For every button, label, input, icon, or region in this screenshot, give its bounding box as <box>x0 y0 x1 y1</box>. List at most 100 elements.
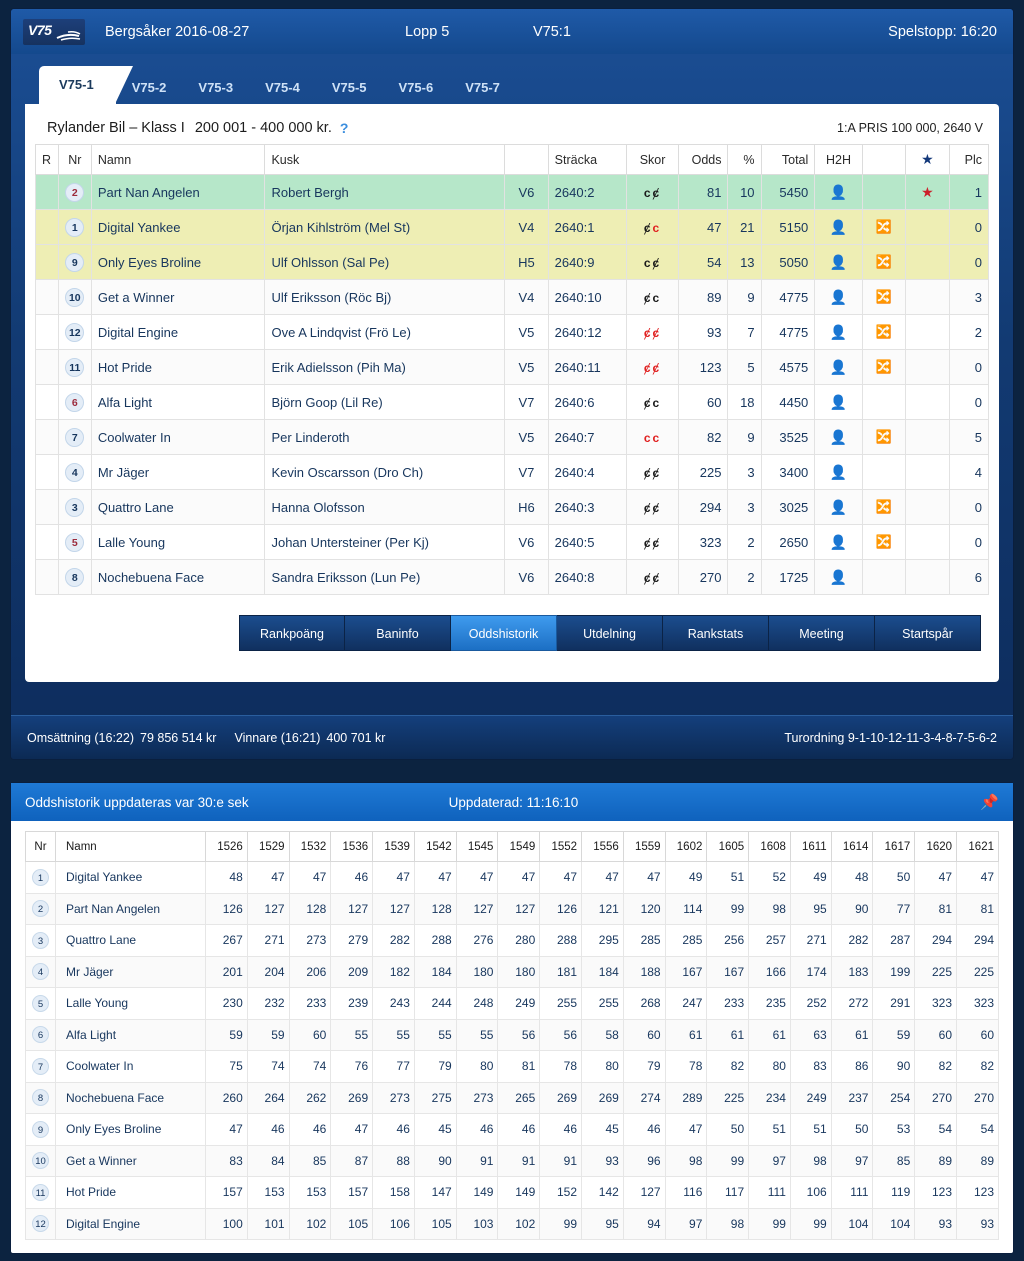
table-row[interactable]: 10 Get a Winner 83 84 85 87 88 90 91 91 91 93 96 98 99… <box>25 1144 999 1177</box>
col-star[interactable]: ★ <box>905 144 950 175</box>
cell-driver-name[interactable]: Per Linderoth <box>264 419 506 455</box>
cell-shuffle[interactable] <box>861 454 907 490</box>
cell-h2h[interactable]: 👤 <box>814 419 863 455</box>
button-meeting[interactable]: Meeting <box>769 615 875 651</box>
table-row[interactable]: 8 Nochebuena Face Sandra Eriksson (Lun Pe)… <box>35 559 990 595</box>
table-row[interactable]: 12 Digital Engine 100 101 102 105 106 105 103 102… <box>25 1207 999 1240</box>
oh-col-time-1605[interactable]: 1605 <box>706 831 750 862</box>
tab-v75-2[interactable]: V75-2 <box>116 72 183 104</box>
oh-col-time-1526[interactable]: 1526 <box>205 831 248 862</box>
question-mark-icon[interactable]: ? <box>340 120 349 136</box>
tab-v75-1[interactable]: V75-1 <box>39 66 133 104</box>
cell-driver-name[interactable]: Sandra Eriksson (Lun Pe) <box>264 559 506 595</box>
oh-col-time-1559[interactable]: 1559 <box>622 831 666 862</box>
shuffle-icon[interactable]: 🔀 <box>876 429 892 444</box>
cell-h2h[interactable]: 👤 <box>814 349 863 385</box>
table-row[interactable]: 2 Part Nan Angelen 126 127 128 127 127 128 127 12… <box>25 892 999 925</box>
person-icon[interactable]: 👤 <box>830 569 847 585</box>
col-h2h[interactable]: H2H <box>814 144 863 175</box>
cell-h2h[interactable]: 👤 <box>814 279 863 315</box>
cell-horse-name[interactable]: Coolwater In <box>55 1050 206 1083</box>
cell-shuffle[interactable]: 🔀 <box>861 419 907 455</box>
cell-shuffle[interactable]: 🔀 <box>861 279 907 315</box>
oh-col-time-1539[interactable]: 1539 <box>372 831 415 862</box>
cell-horse-name[interactable]: Only Eyes Broline <box>55 1113 206 1146</box>
cell-horse-name[interactable]: Part Nan Angelen <box>90 174 266 210</box>
oh-col-time-1621[interactable]: 1621 <box>956 831 999 862</box>
table-row[interactable]: 9 Only Eyes Broline 47 46 46 47 46 45 46 46 46 45 46… <box>25 1113 999 1146</box>
table-row[interactable]: 5 Lalle Young 230 232 233 239 243 244 248 249 255 2… <box>25 987 999 1020</box>
cell-h2h[interactable]: 👤 <box>814 559 863 595</box>
tab-v75-3[interactable]: V75-3 <box>182 72 249 104</box>
pin-icon[interactable]: 📌 <box>980 793 999 811</box>
cell-horse-name[interactable]: Get a Winner <box>55 1144 206 1177</box>
person-icon[interactable]: 👤 <box>830 464 847 480</box>
col-place[interactable]: Plc <box>948 144 990 175</box>
table-row[interactable]: 4 Mr Jäger Kevin Oscarsson (Dro Ch) V7 2640:… <box>35 454 990 490</box>
col-total[interactable]: Total <box>760 144 816 175</box>
col-driver[interactable]: Kusk <box>264 144 506 175</box>
cell-horse-name[interactable]: Digital Engine <box>90 314 266 350</box>
cell-horse-name[interactable]: Mr Jäger <box>90 454 266 490</box>
table-row[interactable]: 5 Lalle Young Johan Untersteiner (Per Kj) V… <box>35 524 990 560</box>
cell-h2h[interactable]: 👤 <box>814 489 863 525</box>
shuffle-icon[interactable]: 🔀 <box>876 534 892 549</box>
table-row[interactable]: 3 Quattro Lane 267 271 273 279 282 288 276 280 288… <box>25 924 999 957</box>
oh-col-time-1620[interactable]: 1620 <box>914 831 958 862</box>
cell-star[interactable] <box>905 419 950 455</box>
cell-horse-name[interactable]: Quattro Lane <box>90 489 266 525</box>
table-row[interactable]: 2 Part Nan Angelen Robert Bergh V6 2640:2 cȼ 8… <box>35 174 990 210</box>
cell-h2h[interactable]: 👤 <box>814 454 863 490</box>
cell-star[interactable]: ★ <box>905 174 950 210</box>
oh-col-time-1545[interactable]: 1545 <box>455 831 499 862</box>
cell-shuffle[interactable]: 🔀 <box>861 314 907 350</box>
cell-shuffle[interactable] <box>861 384 907 420</box>
oh-col-number[interactable]: Nr <box>25 831 56 862</box>
table-row[interactable]: 7 Coolwater In 75 74 74 76 77 79 80 81 78 80 79 78 82 8… <box>25 1050 999 1083</box>
oh-col-time-1556[interactable]: 1556 <box>581 831 624 862</box>
table-row[interactable]: 1 Digital Yankee Örjan Kihlström (Mel St) V… <box>35 209 990 245</box>
person-icon[interactable]: 👤 <box>830 289 847 305</box>
tab-v75-6[interactable]: V75-6 <box>383 72 450 104</box>
col-rank[interactable]: R <box>35 144 59 175</box>
person-icon[interactable]: 👤 <box>830 359 847 375</box>
table-row[interactable]: 10 Get a Winner Ulf Eriksson (Röc Bj) V4 264… <box>35 279 990 315</box>
oh-col-time-1532[interactable]: 1532 <box>288 831 332 862</box>
oh-col-time-1608[interactable]: 1608 <box>748 831 791 862</box>
button-rankstats[interactable]: Rankstats <box>663 615 769 651</box>
shuffle-icon[interactable]: 🔀 <box>876 324 892 339</box>
cell-shuffle[interactable]: 🔀 <box>861 244 907 280</box>
cell-driver-name[interactable]: Robert Bergh <box>264 174 506 210</box>
oh-col-time-1536[interactable]: 1536 <box>330 831 374 862</box>
cell-h2h[interactable]: 👤 <box>814 244 863 280</box>
cell-horse-name[interactable]: Nochebuena Face <box>55 1081 206 1114</box>
cell-h2h[interactable]: 👤 <box>814 384 863 420</box>
table-row[interactable]: 3 Quattro Lane Hanna Olofsson H6 2640:3 ȼȼ 294… <box>35 489 990 525</box>
col-horse[interactable]: Namn <box>90 144 266 175</box>
button-utdelning[interactable]: Utdelning <box>557 615 663 651</box>
cell-star[interactable] <box>905 524 950 560</box>
cell-driver-name[interactable]: Kevin Oscarsson (Dro Ch) <box>264 454 506 490</box>
oh-col-time-1602[interactable]: 1602 <box>664 831 708 862</box>
cell-driver-name[interactable]: Johan Untersteiner (Per Kj) <box>264 524 506 560</box>
cell-horse-name[interactable]: Quattro Lane <box>55 924 206 957</box>
shuffle-icon[interactable]: 🔀 <box>876 289 892 304</box>
cell-horse-name[interactable]: Mr Jäger <box>55 955 206 988</box>
cell-shuffle[interactable]: 🔀 <box>861 209 907 245</box>
oh-col-time-1549[interactable]: 1549 <box>497 831 541 862</box>
table-row[interactable]: 1 Digital Yankee 48 47 47 46 47 47 47 47 47 47 47 49 5… <box>25 861 999 894</box>
button-startspar[interactable]: Startspår <box>875 615 981 651</box>
cell-shuffle[interactable]: 🔀 <box>861 349 907 385</box>
table-row[interactable]: 6 Alfa Light Björn Goop (Lil Re) V7 2640:6 ȼc… <box>35 384 990 420</box>
oh-col-time-1529[interactable]: 1529 <box>246 831 290 862</box>
person-icon[interactable]: 👤 <box>830 429 847 445</box>
cell-driver-name[interactable]: Örjan Kihlström (Mel St) <box>264 209 506 245</box>
cell-horse-name[interactable]: Coolwater In <box>90 419 266 455</box>
table-row[interactable]: 11 Hot Pride 157 153 153 157 158 147 149 149 152 14… <box>25 1176 999 1209</box>
col-percent[interactable]: % <box>727 144 762 175</box>
person-icon[interactable]: 👤 <box>830 219 847 235</box>
cell-horse-name[interactable]: Nochebuena Face <box>90 559 266 595</box>
col-odds[interactable]: Odds <box>677 144 729 175</box>
cell-horse-name[interactable]: Get a Winner <box>90 279 266 315</box>
table-row[interactable]: 4 Mr Jäger 201 204 206 209 182 184 180 180 181 184 1… <box>25 955 999 988</box>
